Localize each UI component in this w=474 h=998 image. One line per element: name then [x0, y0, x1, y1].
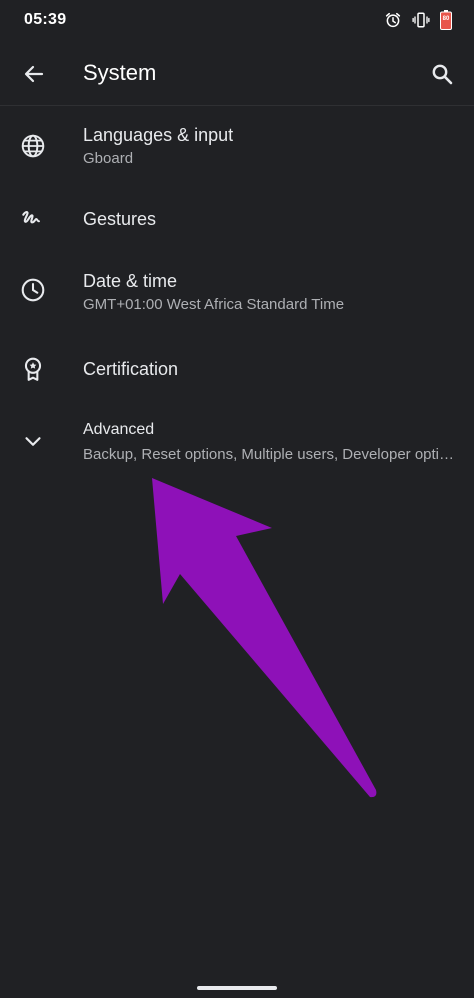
alarm-icon — [384, 11, 402, 29]
battery-icon: 80 — [440, 10, 452, 30]
setting-certification[interactable]: Certification — [0, 336, 474, 406]
gesture-nav-handle[interactable] — [197, 986, 277, 990]
vibrate-icon — [412, 11, 430, 29]
setting-title: Certification — [83, 359, 179, 379]
setting-date-time[interactable]: Date & time GMT+01:00 West Africa Standa… — [0, 251, 474, 336]
setting-subtitle: Gboard — [83, 150, 134, 167]
status-time: 05:39 — [24, 11, 67, 28]
back-button[interactable] — [16, 56, 52, 92]
setting-subtitle: GMT+01:00 West Africa Standard Time — [83, 296, 345, 313]
app-bar: System — [0, 44, 474, 104]
search-button[interactable] — [424, 56, 460, 92]
arrow-back-icon — [24, 65, 44, 83]
setting-title: Gestures — [83, 209, 157, 229]
search-icon — [432, 64, 453, 85]
page-title: System — [83, 60, 157, 85]
setting-title: Languages & input — [83, 125, 234, 145]
globe-icon — [20, 133, 46, 159]
settings-list: Languages & input Gboard Gestures Date &… — [0, 106, 474, 486]
setting-gestures[interactable]: Gestures — [0, 186, 474, 251]
clock-icon — [20, 277, 46, 303]
setting-subtitle: Backup, Reset options, Multiple users, D… — [83, 446, 455, 463]
setting-languages-input[interactable]: Languages & input Gboard — [0, 106, 474, 186]
setting-title: Date & time — [83, 271, 178, 291]
status-icons: 80 — [384, 10, 452, 30]
gesture-icon — [20, 205, 46, 231]
chevron-down-icon — [20, 428, 46, 454]
system-settings-screen: 05:39 80 System Languages & input Gboard… — [0, 0, 474, 998]
battery-level: 80 — [442, 16, 450, 22]
setting-title: Advanced — [83, 421, 155, 438]
setting-advanced[interactable]: Advanced Backup, Reset options, Multiple… — [0, 406, 474, 486]
certificate-icon — [20, 356, 46, 382]
status-bar: 05:39 80 — [0, 0, 474, 40]
